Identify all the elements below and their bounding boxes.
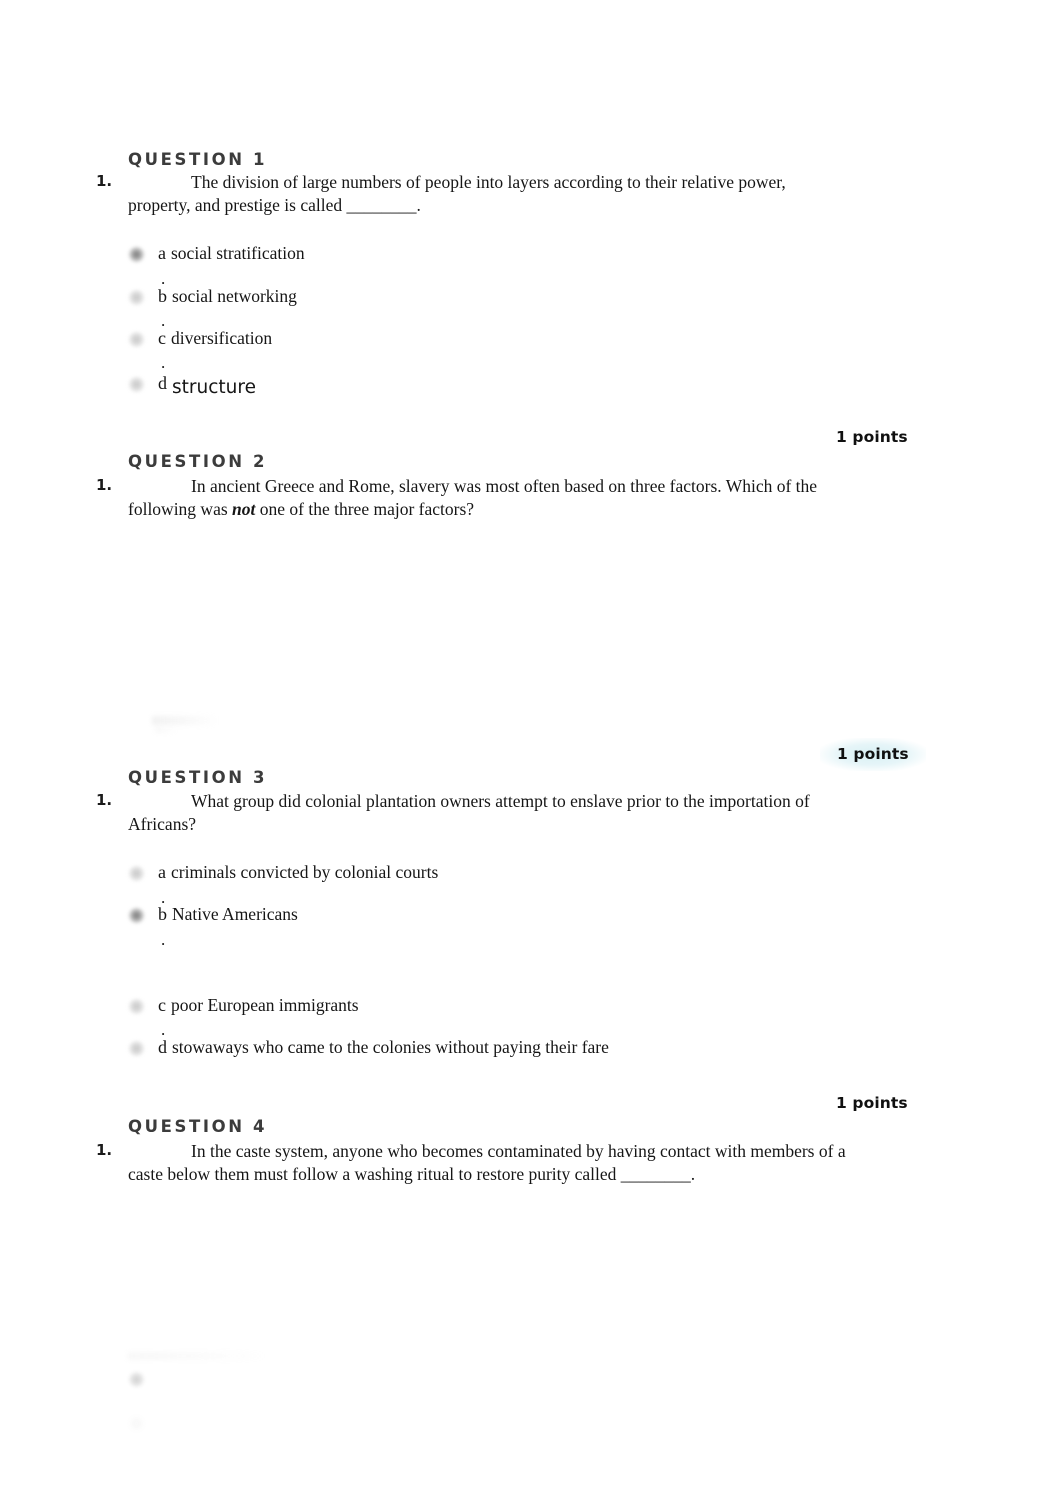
radio-button-icon[interactable] bbox=[128, 1040, 145, 1057]
question-4-option-2[interactable] bbox=[128, 1412, 158, 1432]
option-label: criminals convicted by colonial courts bbox=[171, 862, 439, 882]
option-letter: b bbox=[158, 286, 167, 306]
question-2-blanked-answers bbox=[152, 716, 218, 725]
question-1-option-b-dot: . bbox=[161, 311, 166, 330]
question-3-option-c[interactable]: c poor European immigrants bbox=[128, 995, 359, 1016]
question-3-points-badge: 1 points bbox=[836, 1094, 908, 1112]
option-label: poor European immigrants bbox=[171, 995, 359, 1015]
option-letter: c bbox=[158, 995, 166, 1015]
option-label: diversification bbox=[171, 328, 273, 348]
question-1-option-c-dot: . bbox=[161, 353, 166, 372]
option-label: social networking bbox=[172, 286, 297, 306]
question-4-option-1[interactable] bbox=[128, 1368, 158, 1388]
option-letter: a bbox=[158, 862, 166, 882]
question-3-option-a[interactable]: a criminals convicted by colonial courts bbox=[128, 862, 438, 883]
question-3-option-b[interactable]: b Native Americans bbox=[128, 904, 298, 925]
question-2-prompt-after: one of the three major factors? bbox=[255, 499, 475, 519]
question-2-text: In ancient Greece and Rome, slavery was … bbox=[128, 475, 840, 521]
question-4-number: 1. bbox=[96, 1141, 113, 1159]
question-4-prompt: In the caste system, anyone who becomes … bbox=[128, 1141, 846, 1184]
option-letter: c bbox=[158, 328, 166, 348]
question-1-option-a[interactable]: a social stratification bbox=[128, 243, 305, 264]
question-1-option-c[interactable]: c diversification bbox=[128, 328, 272, 349]
question-3-option-c-dot: . bbox=[161, 1020, 166, 1039]
question-4-text: In the caste system, anyone who becomes … bbox=[128, 1140, 863, 1186]
question-1-option-a-dot: . bbox=[161, 269, 166, 288]
option-label: social stratification bbox=[171, 243, 305, 263]
question-1-points-badge: 1 points bbox=[836, 428, 908, 446]
radio-button-icon[interactable] bbox=[128, 865, 145, 882]
question-1-prompt: The division of large numbers of people … bbox=[128, 172, 786, 215]
radio-button-icon[interactable] bbox=[128, 998, 145, 1015]
radio-button-icon[interactable] bbox=[128, 1415, 145, 1432]
option-label: structure bbox=[172, 377, 256, 398]
question-3-heading: QUESTION 3 bbox=[128, 768, 268, 787]
quiz-page: QUESTION 1 1. The division of large numb… bbox=[0, 0, 1062, 1506]
question-3-number: 1. bbox=[96, 791, 113, 809]
option-letter: d bbox=[158, 373, 167, 393]
question-1-option-d[interactable]: d structure bbox=[128, 373, 256, 398]
question-4-blanked-answers bbox=[128, 1352, 268, 1360]
option-label: stowaways who came to the colonies witho… bbox=[172, 1037, 609, 1057]
question-3-option-a-dot: . bbox=[161, 888, 166, 907]
radio-button-icon[interactable] bbox=[128, 376, 145, 393]
radio-button-icon[interactable] bbox=[128, 907, 145, 924]
question-1-text: The division of large numbers of people … bbox=[128, 171, 828, 217]
question-3-option-b-dot: . bbox=[161, 930, 166, 949]
radio-button-icon[interactable] bbox=[128, 1371, 145, 1388]
question-3-text: What group did colonial plantation owner… bbox=[128, 790, 840, 836]
question-2-heading: QUESTION 2 bbox=[128, 452, 268, 471]
question-1-option-b[interactable]: b social networking bbox=[128, 286, 297, 307]
question-2-number: 1. bbox=[96, 476, 113, 494]
option-letter: a bbox=[158, 243, 166, 263]
radio-button-icon[interactable] bbox=[128, 246, 145, 263]
option-letter: b bbox=[158, 904, 167, 924]
question-4-heading: QUESTION 4 bbox=[128, 1117, 268, 1136]
question-2-points-badge: 1 points bbox=[820, 738, 926, 771]
question-1-heading: QUESTION 1 bbox=[128, 150, 268, 169]
option-label: Native Americans bbox=[172, 904, 298, 924]
question-3-option-d[interactable]: d stowaways who came to the colonies wit… bbox=[128, 1037, 609, 1058]
radio-button-icon[interactable] bbox=[128, 331, 145, 348]
question-1-number: 1. bbox=[96, 172, 113, 190]
question-2-blanked-answers-remnant bbox=[155, 727, 177, 733]
question-2-emphasis-not: not bbox=[232, 499, 256, 519]
question-3-prompt: What group did colonial plantation owner… bbox=[128, 791, 810, 834]
option-letter: d bbox=[158, 1037, 167, 1057]
radio-button-icon[interactable] bbox=[128, 289, 145, 306]
